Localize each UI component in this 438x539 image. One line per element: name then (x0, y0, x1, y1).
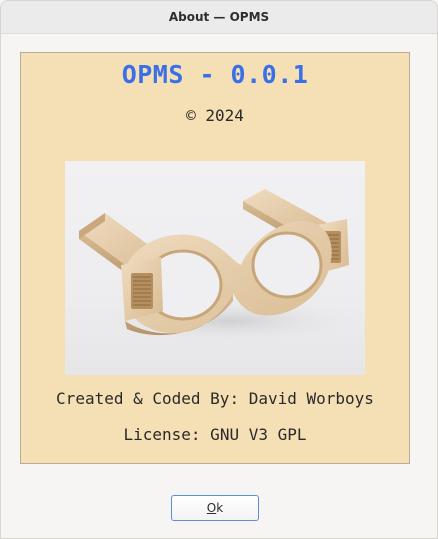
wooden-glasses-image (65, 161, 365, 375)
title-bar[interactable]: About — OPMS (1, 1, 437, 34)
ok-label-rest: k (216, 501, 224, 515)
license-text: License: GNU V3 GPL (123, 425, 307, 444)
copyright-text: © 2024 (186, 106, 244, 125)
about-panel: OPMS - 0.0.1 © 2024 Created & Coded By: … (20, 52, 410, 464)
about-dialog: About — OPMS OPMS - 0.0.1 © 2024 Created… (0, 0, 438, 539)
app-title: OPMS - 0.0.1 (121, 60, 309, 89)
ok-button[interactable]: Ok (171, 495, 259, 521)
credit-text: Created & Coded By: David Worboys (56, 389, 374, 408)
window-title: About — OPMS (168, 10, 270, 24)
ok-mnemonic: O (206, 501, 217, 515)
